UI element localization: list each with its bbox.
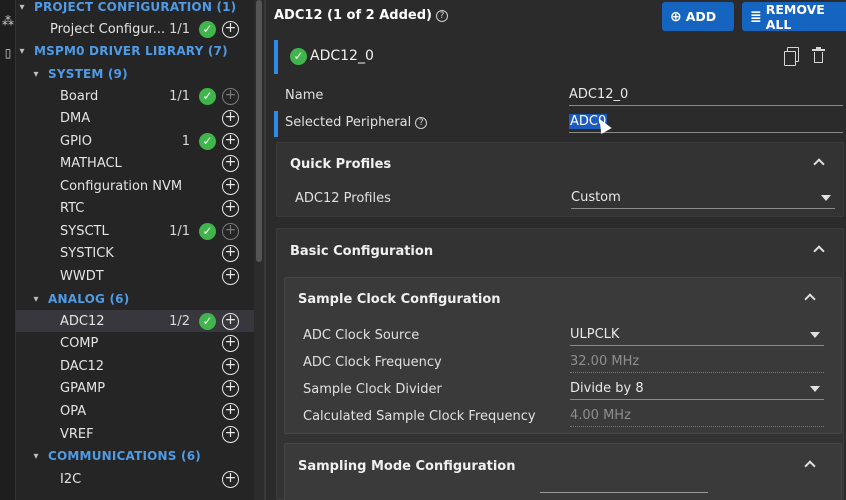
quick-profiles-card: Quick Profiles ADC12 Profiles Custom [276, 142, 844, 217]
sample-clock-card: Sample Clock Configuration ADC Clock Sou… [284, 277, 842, 434]
remove-all-button[interactable]: ≣ REMOVE ALL [742, 2, 846, 32]
basic-configuration-title[interactable]: Basic Configuration [290, 244, 433, 259]
section-communications[interactable]: ▾ COMMUNICATIONS (6) [16, 445, 254, 467]
add-icon[interactable]: + [222, 357, 239, 375]
tree-item-vref[interactable]: VREF + [16, 423, 254, 445]
remove-list-icon: ≣ [750, 8, 762, 25]
instance-selection-bar [274, 40, 278, 74]
bottom-divider [540, 492, 708, 493]
name-label: Name [285, 88, 324, 103]
tree-icon[interactable]: ⁂ [1, 14, 15, 28]
add-icon[interactable]: + [222, 334, 239, 352]
config-panel: ADC12 (1 of 2 Added)? ⊕ ADD ≣ REMOVE ALL… [266, 0, 846, 500]
tree-item-gpamp[interactable]: GPAMP + [16, 377, 254, 399]
selected-peripheral-bar [274, 111, 278, 137]
sample-clock-title[interactable]: Sample Clock Configuration [298, 292, 501, 307]
chevron-down-icon: ▾ [33, 450, 39, 462]
add-icon[interactable]: + [222, 154, 239, 172]
tree-item-i2c[interactable]: I2C + [16, 468, 254, 490]
trash-icon[interactable] [812, 47, 825, 63]
tree-item-wwdt[interactable]: WWDT + [16, 265, 254, 287]
adc12-profiles-label: ADC12 Profiles [295, 191, 391, 206]
tree-item-mathacl[interactable]: MATHACL + [16, 152, 254, 174]
add-icon[interactable]: + [222, 402, 239, 420]
add-icon[interactable]: + [222, 379, 239, 397]
tree-item-sysctl[interactable]: SYSCTL 1/1 ✓ + [16, 220, 254, 242]
check-icon: ✓ [199, 87, 216, 105]
adc12-profiles-select[interactable]: Custom [571, 189, 835, 209]
chevron-up-icon[interactable] [804, 293, 816, 305]
sample-clock-divider-label: Sample Clock Divider [303, 382, 442, 397]
dropdown-arrow-icon [821, 195, 831, 201]
tree-item-adc12[interactable]: ADC12 1/2 ✓ + [16, 310, 254, 332]
calculated-sample-clock-frequency-value: 4.00 MHz [570, 407, 824, 427]
adc-clock-frequency-value: 32.00 MHz [570, 353, 824, 373]
activity-bar: ⁂ ▯ [0, 0, 16, 500]
tree-item-dma[interactable]: DMA + [16, 107, 254, 129]
calculated-sample-clock-frequency-label: Calculated Sample Clock Frequency [303, 409, 536, 424]
help-icon[interactable]: ? [435, 10, 448, 22]
copy-icon[interactable] [784, 47, 799, 66]
chevron-down-icon: ▾ [33, 293, 39, 305]
basic-configuration-card: Basic Configuration Sample Clock Configu… [276, 228, 844, 500]
add-icon[interactable]: + [222, 199, 239, 217]
dropdown-arrow-icon [810, 386, 820, 392]
section-analog[interactable]: ▾ ANALOG (6) [16, 288, 254, 310]
tree-item-dac12[interactable]: DAC12 + [16, 355, 254, 377]
chevron-up-icon[interactable] [813, 245, 825, 257]
check-icon: ✓ [199, 312, 216, 330]
tree-item-comp[interactable]: COMP + [16, 332, 254, 354]
add-icon[interactable]: + [222, 109, 239, 127]
section-system[interactable]: ▾ SYSTEM (9) [16, 63, 254, 85]
add-icon[interactable]: + [222, 312, 239, 330]
plus-circle-icon: ⊕ [670, 8, 682, 25]
add-icon[interactable]: + [222, 425, 239, 443]
chevron-up-icon[interactable] [804, 460, 816, 472]
file-icon[interactable]: ▯ [1, 46, 15, 60]
module-tree: ▾ PROJECT CONFIGURATION (1) Project Conf… [16, 0, 254, 500]
tree-item-board[interactable]: Board 1/1 ✓ + [16, 85, 254, 107]
sampling-mode-title[interactable]: Sampling Mode Configuration [298, 459, 515, 474]
dropdown-arrow-icon [810, 332, 820, 338]
check-icon: ✓ [199, 20, 216, 38]
add-icon[interactable]: + [222, 132, 239, 150]
add-icon[interactable]: + [222, 20, 239, 38]
add-icon[interactable]: + [222, 267, 239, 285]
tree-item-opa[interactable]: OPA + [16, 400, 254, 422]
scrollbar-thumb[interactable] [256, 0, 262, 262]
tree-scrollbar[interactable] [254, 0, 264, 500]
add-button[interactable]: ⊕ ADD [662, 2, 734, 31]
tree-item-systick[interactable]: SYSTICK + [16, 242, 254, 264]
adc-clock-frequency-label: ADC Clock Frequency [303, 355, 442, 370]
tree-item-gpio[interactable]: GPIO 1 ✓ + [16, 130, 254, 152]
name-input[interactable]: ADC12_0 [569, 86, 843, 106]
adc-clock-source-select[interactable]: ULPCLK [570, 326, 824, 346]
adc-clock-source-label: ADC Clock Source [303, 328, 420, 343]
tree-item-rtc[interactable]: RTC + [16, 197, 254, 219]
chevron-down-icon: ▾ [33, 68, 39, 80]
check-icon: ✓ [290, 48, 307, 65]
quick-profiles-title[interactable]: Quick Profiles [290, 157, 391, 172]
selected-peripheral-input[interactable]: ADC0 [569, 113, 843, 133]
add-icon[interactable]: + [222, 470, 239, 488]
add-icon[interactable]: + [222, 222, 239, 240]
chevron-up-icon[interactable] [813, 158, 825, 170]
tree-item-configuration-nvm[interactable]: Configuration NVM + [16, 175, 254, 197]
instance-name[interactable]: ADC12_0 [310, 48, 374, 64]
add-icon[interactable]: + [222, 244, 239, 262]
tree-item-project-configuration[interactable]: Project Configur... 1/1 ✓ + [16, 18, 254, 40]
add-icon[interactable]: + [222, 177, 239, 195]
chevron-down-icon: ▾ [19, 1, 25, 13]
module-title: ADC12 (1 of 2 Added)? [274, 8, 448, 23]
sample-clock-divider-select[interactable]: Divide by 8 [570, 380, 824, 400]
chevron-down-icon: ▾ [19, 45, 25, 57]
section-project-configuration[interactable]: ▾ PROJECT CONFIGURATION (1) [16, 0, 254, 18]
selected-peripheral-label: Selected Peripheral? [285, 115, 428, 130]
add-icon[interactable]: + [222, 87, 239, 105]
help-icon[interactable]: ? [415, 117, 428, 129]
check-icon: ✓ [199, 222, 216, 240]
section-driver-library[interactable]: ▾ MSPM0 DRIVER LIBRARY (7) [16, 40, 254, 62]
check-icon: ✓ [199, 132, 216, 150]
